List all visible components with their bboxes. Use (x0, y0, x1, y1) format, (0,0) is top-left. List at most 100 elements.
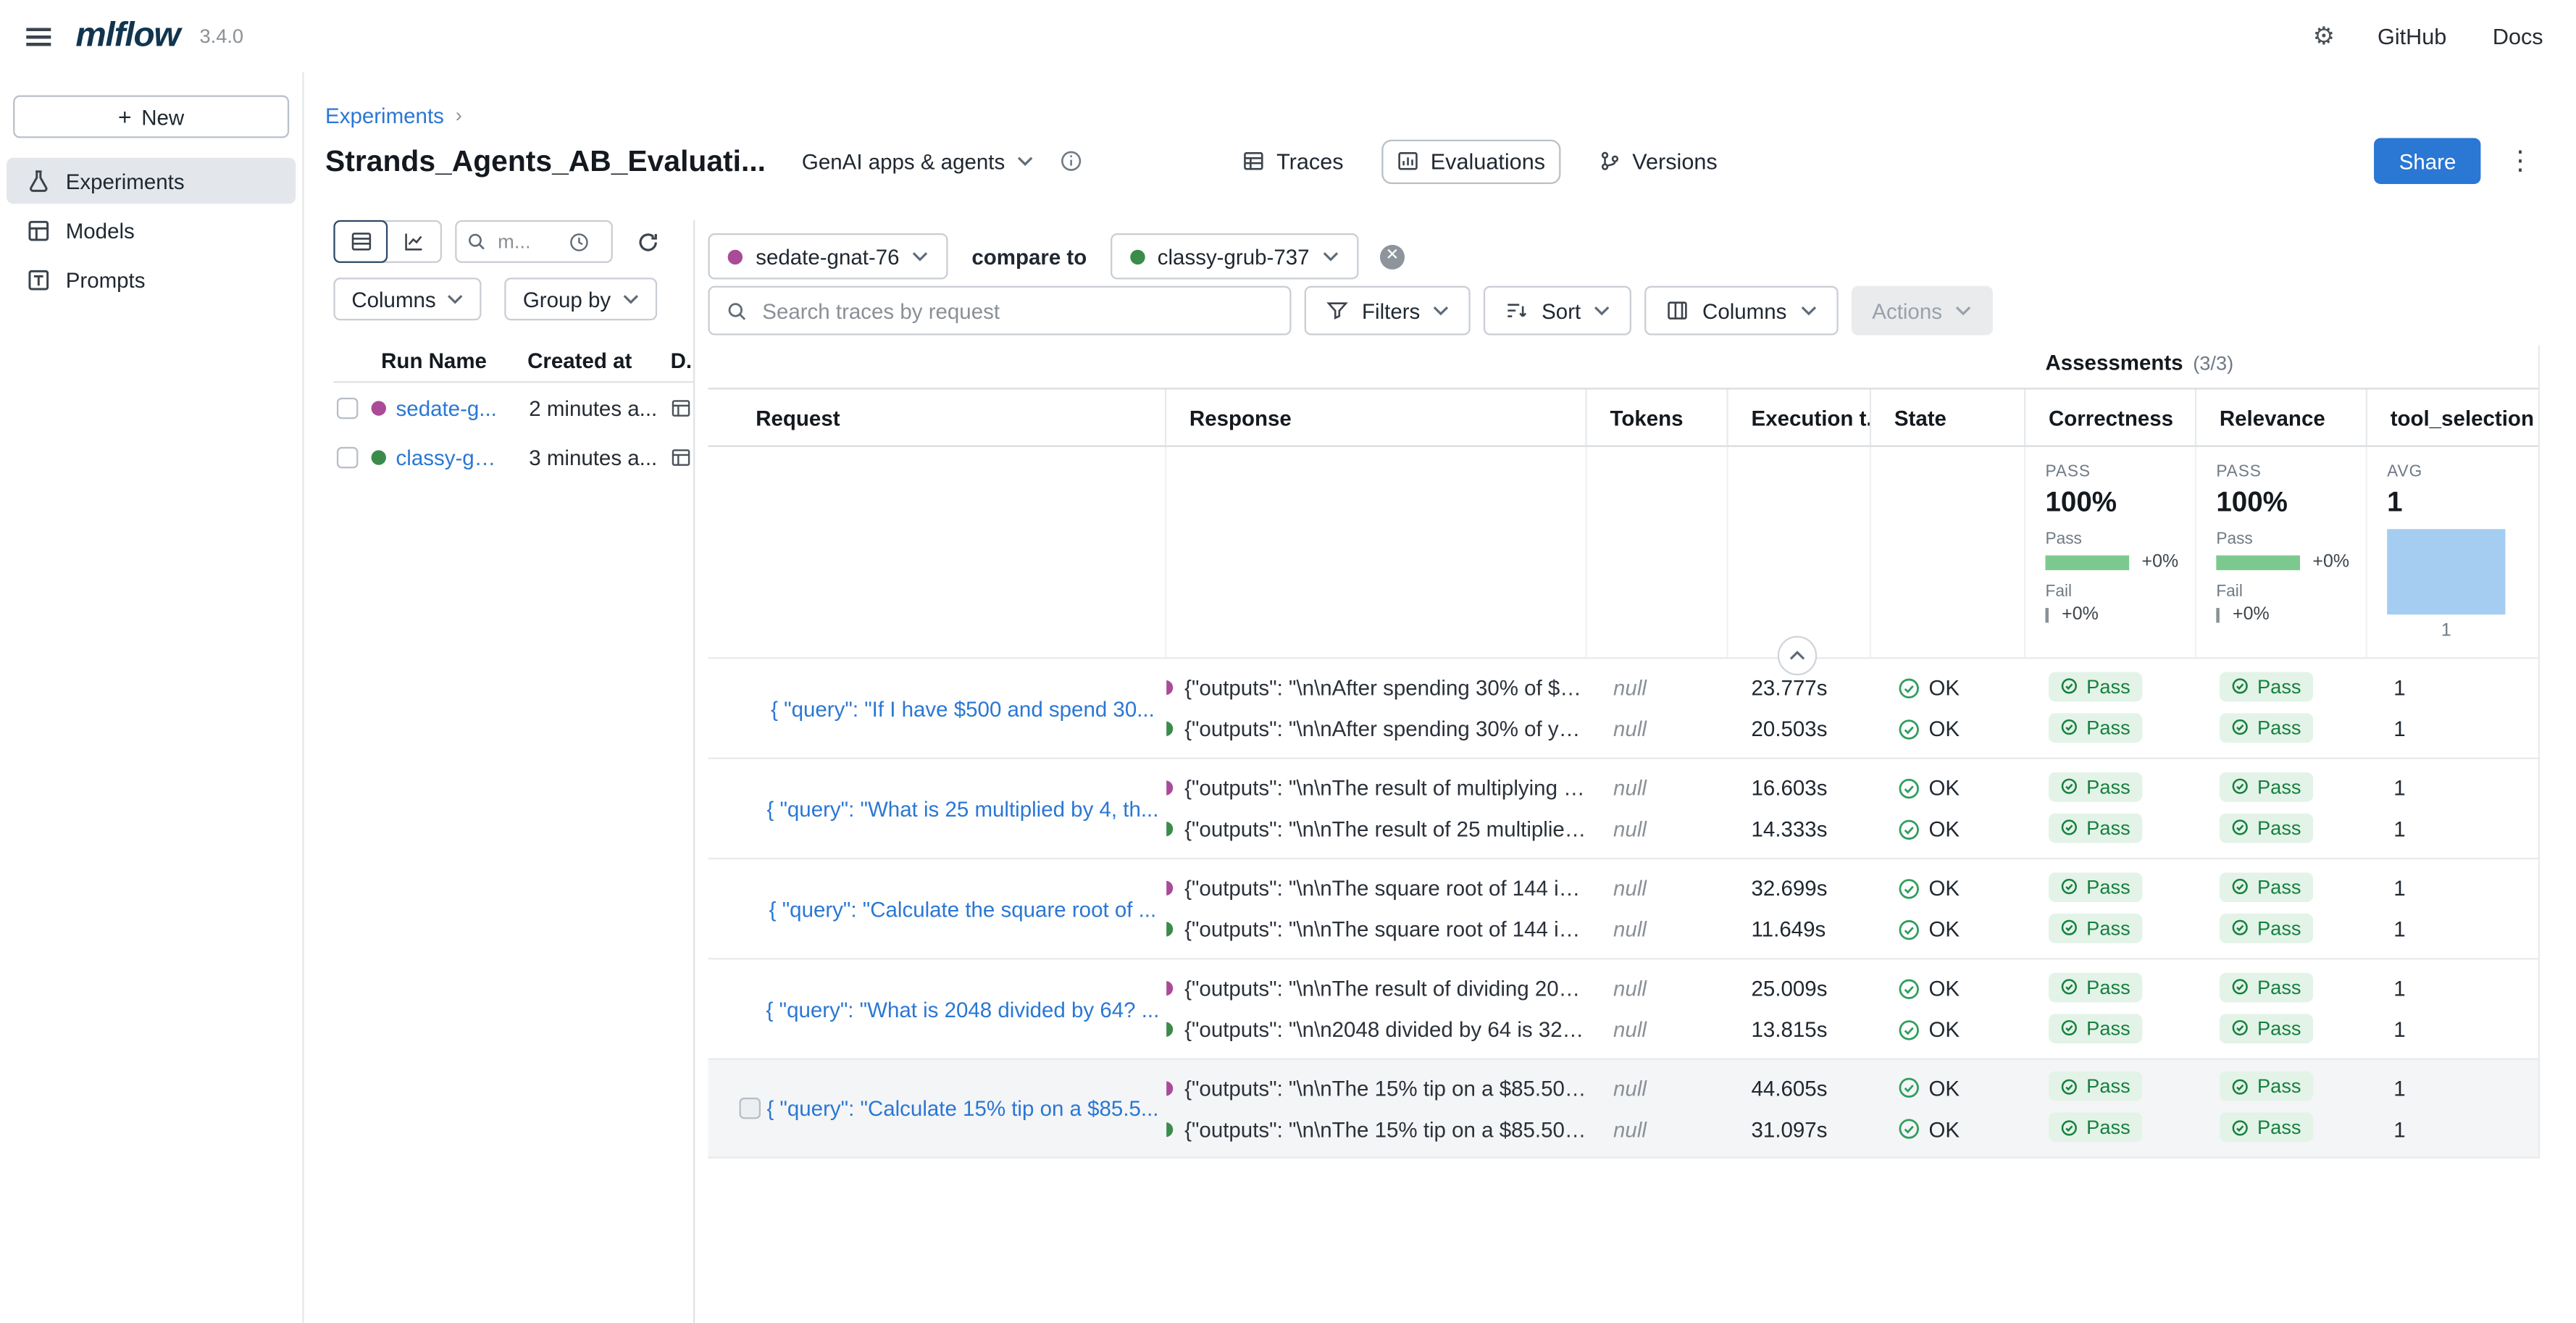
response-text[interactable]: {"outputs": "\n\nThe result of 25 multip… (1184, 817, 1587, 841)
execution-time: 14.333s (1752, 817, 1828, 841)
sidebar-item-experiments[interactable]: Experiments (7, 158, 296, 204)
tokens-value: null (1613, 1075, 1647, 1100)
tool-selection-value: 1 (2393, 976, 2405, 1001)
correctness-cell: Pass Pass (2025, 759, 2196, 858)
share-button[interactable]: Share (2375, 138, 2481, 183)
tab-evaluations[interactable]: Evaluations (1381, 139, 1560, 183)
created-at-header: Created at (527, 349, 670, 373)
group-by-button[interactable]: Group by (505, 277, 657, 320)
check-circle-icon (2231, 1019, 2249, 1037)
run-row[interactable]: sedate-g... 2 minutes a... (333, 383, 693, 432)
trace-checkbox[interactable] (739, 1098, 760, 1119)
state-badge: OK (1897, 675, 1960, 700)
sort-button[interactable]: Sort (1484, 286, 1632, 335)
request-link[interactable]: { "query": "What is 2048 divided by 64? … (766, 996, 1160, 1021)
response-text[interactable]: {"outputs": "\n\n2048 divided by 64 is 3… (1184, 1017, 1587, 1042)
chevron-down-icon (1955, 306, 1972, 316)
trace-search-input[interactable] (759, 296, 1274, 325)
check-circle-icon (2060, 919, 2078, 937)
hamburger-menu-icon[interactable] (26, 27, 51, 45)
response-cell: {"outputs": "\n\nThe 15% tip on a $85.50… (1166, 1060, 1587, 1157)
run-name-link[interactable]: classy-gr... (396, 444, 498, 469)
runs-search-input[interactable] (495, 228, 561, 254)
response-text[interactable]: {"outputs": "\n\nThe 15% tip on a $85.50… (1184, 1075, 1587, 1100)
tool-selection-value: 1 (2393, 817, 2405, 841)
response-cell: {"outputs": "\n\nThe square root of 144 … (1166, 859, 1587, 958)
info-icon[interactable] (1059, 149, 1082, 172)
run-a-selector[interactable]: sedate-gnat-76 (708, 233, 948, 279)
prompts-icon (26, 267, 51, 292)
github-link[interactable]: GitHub (2378, 24, 2446, 49)
response-text[interactable]: {"outputs": "\n\nAfter spending 30% of y… (1184, 717, 1587, 741)
check-circle-icon (1897, 777, 1920, 800)
response-text[interactable]: {"outputs": "\n\nThe square root of 144 … (1184, 876, 1587, 901)
pass-chip: Pass (2220, 1112, 2313, 1142)
relevance-cell: Pass Pass (2196, 659, 2367, 757)
run-name-link[interactable]: sedate-g... (396, 395, 498, 420)
columns-button[interactable]: Columns (1645, 286, 1838, 335)
response-text[interactable]: {"outputs": "\n\nThe result of dividing … (1184, 976, 1587, 1001)
gear-icon[interactable]: ⚙ (2313, 21, 2335, 51)
check-circle-icon (2231, 1118, 2249, 1136)
history-icon[interactable] (569, 231, 590, 252)
actions-button[interactable]: Actions (1851, 286, 1993, 335)
request-link[interactable]: { "query": "If I have $500 and spend 30.… (771, 696, 1155, 720)
evaluations-panel: sedate-gnat-76 compare to classy-grub-73… (695, 220, 2576, 1323)
response-header[interactable]: Response (1166, 389, 1587, 445)
mlflow-logo[interactable]: mlflow (75, 17, 180, 56)
new-button[interactable]: + New (13, 96, 289, 138)
run-b-selector[interactable]: classy-grub-737 (1110, 233, 1359, 279)
tokens-cell: null null (1587, 1060, 1728, 1157)
response-text[interactable]: {"outputs": "\n\nAfter spending 30% of $… (1184, 675, 1587, 700)
runs-table-header: Run Name Created at D... (333, 340, 693, 383)
response-text[interactable]: {"outputs": "\n\nThe result of multiplyi… (1184, 775, 1587, 800)
request-cell: { "query": "Calculate the square root of… (708, 859, 1166, 958)
run-checkbox[interactable] (337, 397, 358, 418)
relevance-header[interactable]: Relevance (2196, 389, 2367, 445)
state-header[interactable]: State (1871, 389, 2025, 445)
state-text: OK (1928, 1117, 1960, 1141)
check-circle-icon (2231, 877, 2249, 896)
request-link[interactable]: { "query": "What is 25 multiplied by 4, … (766, 796, 1158, 821)
collapse-summary-button[interactable] (1778, 636, 1817, 675)
clear-compare-icon[interactable]: ✕ (1380, 244, 1405, 269)
request-header[interactable]: Request (708, 389, 1166, 445)
chart-view-button[interactable] (386, 222, 440, 261)
tokens-header[interactable]: Tokens (1587, 389, 1728, 445)
refresh-button[interactable] (636, 229, 661, 254)
experiment-type-selector[interactable]: GenAI apps & agents (792, 142, 1042, 180)
run-row[interactable]: classy-gr... 3 minutes a... (333, 432, 693, 481)
request-link[interactable]: { "query": "Calculate the square root of… (769, 896, 1157, 921)
docs-link[interactable]: Docs (2493, 24, 2543, 49)
tool-selection-bar (2387, 529, 2505, 614)
tool-selection-value: 1 (2393, 917, 2405, 941)
runs-columns-button[interactable]: Columns (333, 277, 482, 320)
pass-chip: Pass (2049, 671, 2142, 701)
run-b-dot (1166, 922, 1173, 936)
breadcrumb-experiments-link[interactable]: Experiments (325, 103, 444, 128)
dataset-icon (670, 446, 691, 467)
sidebar-item-prompts[interactable]: Prompts (7, 256, 296, 302)
state-badge: OK (1897, 1017, 1960, 1042)
overflow-menu-icon[interactable]: ⋮ (2507, 145, 2533, 178)
tab-traces[interactable]: Traces (1227, 139, 1358, 183)
sidebar-item-models[interactable]: Models (7, 207, 296, 253)
table-view-button[interactable] (333, 220, 388, 263)
tab-versions[interactable]: Versions (1583, 139, 1732, 183)
metric-value: 100% (2216, 486, 2349, 519)
execution-time: 20.503s (1752, 717, 1828, 741)
request-link[interactable]: { "query": "Calculate 15% tip on a $85.5… (766, 1096, 1158, 1121)
response-text[interactable]: {"outputs": "\n\nThe 15% tip on a $85.50… (1184, 1117, 1587, 1141)
filters-button[interactable]: Filters (1305, 286, 1471, 335)
run-checkbox[interactable] (337, 446, 358, 467)
response-text[interactable]: {"outputs": "\n\nThe square root of 144 … (1184, 917, 1587, 941)
filter-icon (1326, 299, 1349, 322)
chip-label: Pass (2086, 1116, 2130, 1139)
execution-header[interactable]: Execution t... (1728, 389, 1871, 445)
metric-value: 100% (2045, 486, 2178, 519)
execution-time: 13.815s (1752, 1017, 1828, 1042)
tool-selection-header[interactable]: tool_selection (2367, 389, 2538, 445)
pass-chip: Pass (2220, 1072, 2313, 1101)
correctness-header[interactable]: Correctness (2025, 389, 2196, 445)
chevron-down-icon (1800, 306, 1817, 316)
